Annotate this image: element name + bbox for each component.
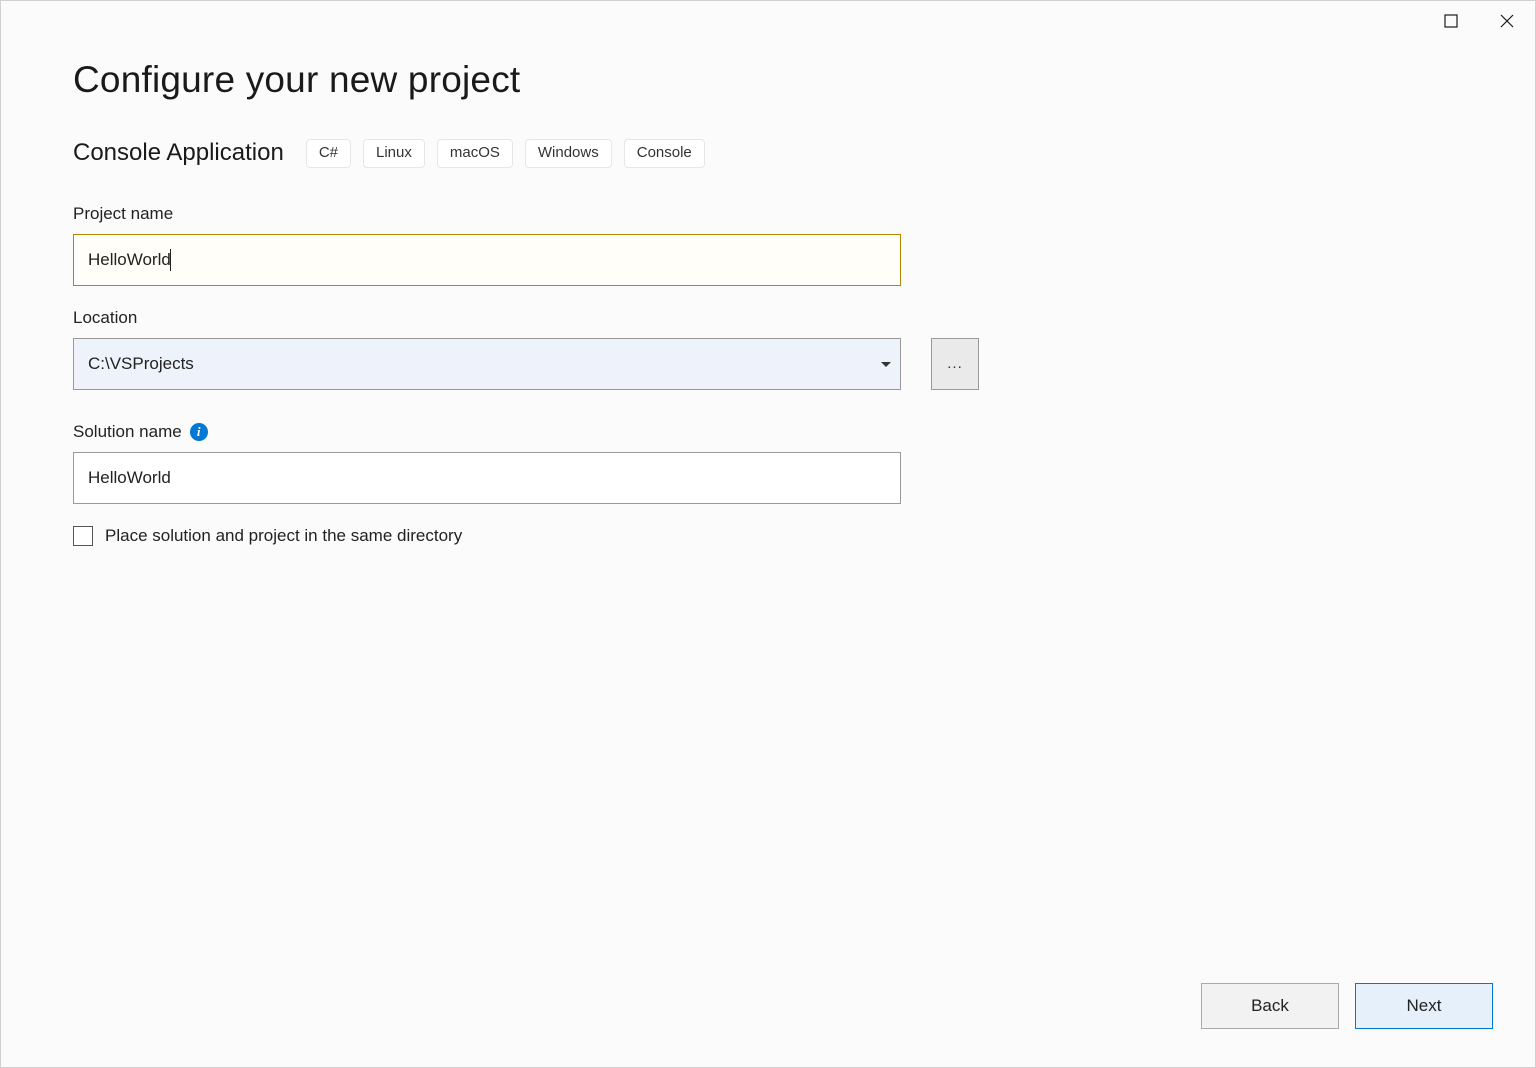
project-name-value: HelloWorld	[88, 250, 171, 270]
tag-csharp: C#	[306, 139, 351, 168]
maximize-icon	[1444, 14, 1458, 28]
project-name-input[interactable]: HelloWorld	[73, 234, 901, 286]
close-icon	[1500, 14, 1514, 28]
solution-name-label: Solution name	[73, 422, 182, 442]
location-input[interactable]	[73, 338, 901, 390]
same-directory-label: Place solution and project in the same d…	[105, 526, 462, 546]
browse-button[interactable]: ...	[931, 338, 979, 390]
maximize-button[interactable]	[1423, 1, 1479, 41]
same-directory-checkbox[interactable]	[73, 526, 93, 546]
location-label: Location	[73, 308, 1463, 328]
text-caret	[170, 249, 171, 271]
back-button[interactable]: Back	[1201, 983, 1339, 1029]
project-name-label: Project name	[73, 204, 1463, 224]
page-title: Configure your new project	[73, 59, 1463, 101]
tag-macos: macOS	[437, 139, 513, 168]
tag-linux: Linux	[363, 139, 425, 168]
tag-console: Console	[624, 139, 705, 168]
tag-windows: Windows	[525, 139, 612, 168]
template-tags: C# Linux macOS Windows Console	[306, 139, 705, 168]
solution-name-input[interactable]	[73, 452, 901, 504]
template-name: Console Application	[73, 139, 284, 167]
close-button[interactable]	[1479, 1, 1535, 41]
next-button[interactable]: Next	[1355, 983, 1493, 1029]
info-icon[interactable]: i	[190, 423, 208, 441]
